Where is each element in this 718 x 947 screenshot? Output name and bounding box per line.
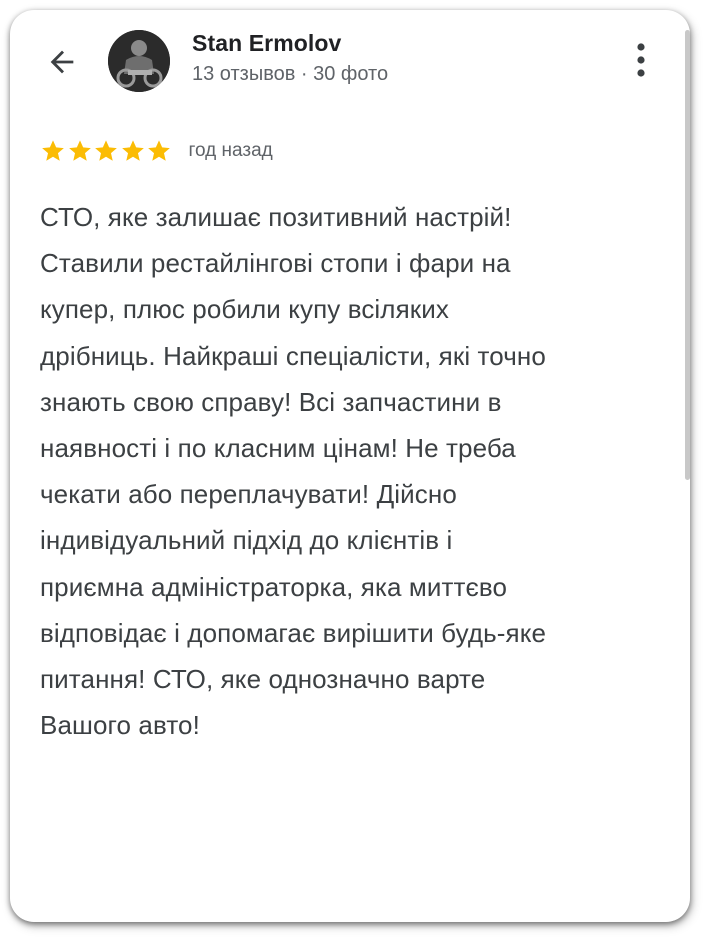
scrollbar[interactable]	[685, 30, 690, 480]
avatar[interactable]	[108, 30, 170, 92]
avatar-photo	[108, 30, 170, 92]
back-button[interactable]	[40, 40, 84, 84]
arrow-left-icon	[50, 50, 74, 74]
star-icon	[148, 140, 170, 161]
author-name[interactable]: Stan Ermolov	[192, 30, 341, 57]
star-rating	[40, 138, 173, 164]
star-icon	[95, 140, 117, 161]
author-meta: 13 отзывов · 30 фото	[192, 63, 389, 85]
review-card: Stan Ermolov 13 отзывов · 30 фото год на…	[10, 10, 690, 922]
star-icon	[42, 140, 64, 161]
star-icon	[121, 140, 144, 161]
rating-row: год назад	[40, 136, 273, 166]
more-vertical-icon	[637, 43, 645, 77]
more-options-button[interactable]	[624, 38, 658, 82]
star-icon	[68, 140, 91, 161]
review-time: год назад	[188, 140, 273, 161]
review-text: СТО, яке залишає позитивний настрій! Ста…	[40, 202, 547, 741]
